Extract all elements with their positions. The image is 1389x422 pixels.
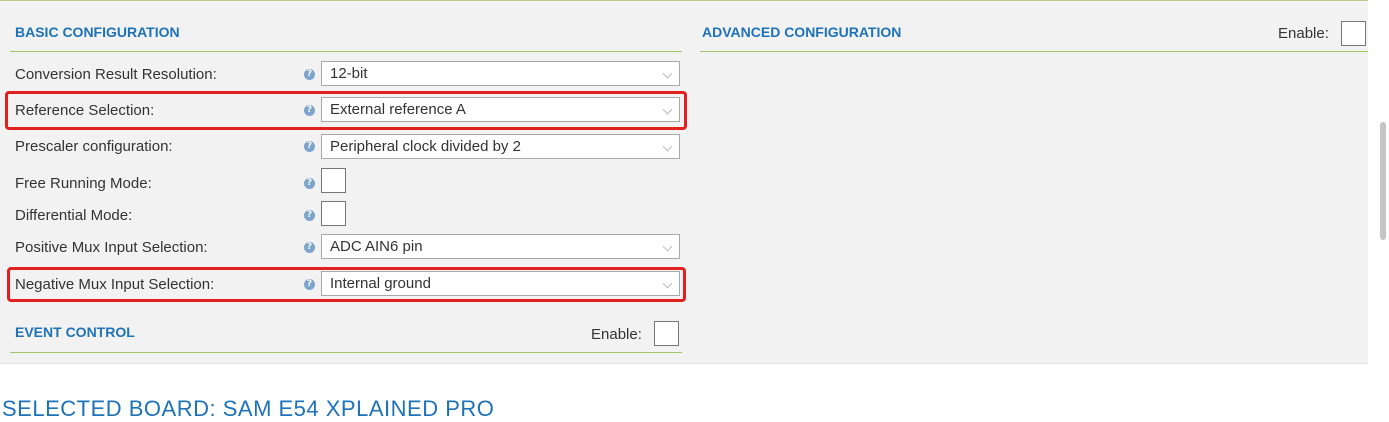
event-control-title: EVENT CONTROL <box>15 324 135 340</box>
differential-mode-checkbox[interactable] <box>321 201 346 226</box>
prescaler-configuration-label: Prescaler configuration: <box>15 138 173 155</box>
basic-configuration-title: BASIC CONFIGURATION <box>15 24 180 40</box>
prescaler-configuration-value: Peripheral clock divided by 2 <box>330 138 521 155</box>
positive-mux-input-selection-help-icon[interactable]: ? <box>304 242 315 253</box>
reference-selection-highlight <box>5 91 687 130</box>
positive-mux-input-selection-label: Positive Mux Input Selection: <box>15 239 208 256</box>
chevron-down-icon <box>662 68 673 79</box>
conversion-result-resolution-value: 12-bit <box>330 65 368 82</box>
free-running-mode-checkbox[interactable] <box>321 168 346 193</box>
event-control-rule <box>10 352 682 353</box>
event-control-enable-checkbox[interactable] <box>654 321 679 346</box>
advanced-configuration-rule <box>700 51 1368 52</box>
prescaler-configuration-help-icon[interactable]: ? <box>304 141 315 152</box>
selected-board-title: SELECTED BOARD: SAM E54 XPLAINED PRO <box>2 396 495 421</box>
free-running-mode-label: Free Running Mode: <box>15 175 152 192</box>
basic-configuration-rule <box>10 51 682 52</box>
advanced-configuration-title: ADVANCED CONFIGURATION <box>702 24 902 40</box>
vertical-scrollbar[interactable] <box>1380 122 1386 240</box>
chevron-down-icon <box>662 141 673 152</box>
differential-mode-label: Differential Mode: <box>15 207 133 224</box>
negative-mux-input-selection-highlight <box>7 267 686 302</box>
differential-mode-help-icon[interactable]: ? <box>304 210 315 221</box>
conversion-result-resolution-label: Conversion Result Resolution: <box>15 66 217 83</box>
positive-mux-input-selection-select[interactable]: ADC AIN6 pin <box>321 234 680 259</box>
prescaler-configuration-select[interactable]: Peripheral clock divided by 2 <box>321 134 680 159</box>
conversion-result-resolution-help-icon[interactable]: ? <box>304 69 315 80</box>
chevron-down-icon <box>662 241 673 252</box>
positive-mux-input-selection-value: ADC AIN6 pin <box>330 238 423 255</box>
advanced-enable-label: Enable: <box>1278 25 1329 42</box>
free-running-mode-help-icon[interactable]: ? <box>304 178 315 189</box>
configuration-panel: BASIC CONFIGURATION ADVANCED CONFIGURATI… <box>0 0 1368 364</box>
conversion-result-resolution-select[interactable]: 12-bit <box>321 61 680 86</box>
advanced-enable-checkbox[interactable] <box>1341 21 1366 46</box>
event-control-enable-label: Enable: <box>591 326 642 343</box>
